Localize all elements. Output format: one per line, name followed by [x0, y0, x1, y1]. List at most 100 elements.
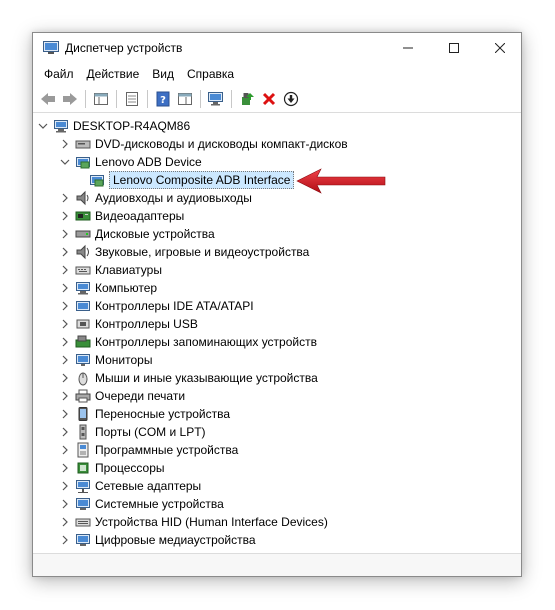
window-title: Диспетчер устройств: [65, 41, 183, 55]
chevron-right-icon[interactable]: [59, 462, 71, 474]
chevron-right-icon[interactable]: [59, 480, 71, 492]
menu-file[interactable]: Файл: [39, 64, 79, 84]
back-icon: [41, 92, 55, 105]
tree-item-label: Системные устройства: [95, 497, 224, 511]
tree-item-label: Дисковые устройства: [95, 227, 215, 241]
uninstall-icon: [262, 92, 276, 105]
usb-controller-icon: [75, 316, 91, 332]
tree-item[interactable]: DVD-дисководы и дисководы компакт-дисков: [59, 135, 348, 153]
minimize-button[interactable]: [385, 33, 431, 63]
chevron-right-icon[interactable]: [59, 264, 71, 276]
device-tree[interactable]: DESKTOP-R4AQM86 DVD-дисководы и дисководы…: [33, 115, 521, 554]
maximize-button[interactable]: [431, 33, 477, 63]
close-icon: [495, 43, 505, 53]
disable-device-button[interactable]: [280, 88, 302, 110]
tree-item[interactable]: Клавиатуры: [59, 261, 162, 279]
tree-item[interactable]: Программные устройства: [59, 441, 238, 459]
menu-help[interactable]: Справка: [182, 64, 239, 84]
properties-button[interactable]: [121, 88, 143, 110]
help-button[interactable]: ?: [152, 88, 174, 110]
svg-text:?: ?: [160, 95, 166, 106]
chevron-right-icon[interactable]: [59, 336, 71, 348]
chevron-down-icon[interactable]: [37, 120, 49, 132]
tree-item[interactable]: Видеоадаптеры: [59, 207, 184, 225]
dvd-icon: [75, 136, 91, 152]
tree-item-label: Компьютер: [95, 281, 158, 295]
chevron-right-icon[interactable]: [59, 498, 71, 510]
toolbar-separator: [200, 89, 201, 108]
title-bar[interactable]: Диспетчер устройств: [33, 33, 521, 63]
chevron-right-icon[interactable]: [59, 300, 71, 312]
tree-item-label: Сетевые адаптеры: [95, 479, 202, 493]
tree-item[interactable]: Контроллеры USB: [59, 315, 198, 333]
view-toggle-button[interactable]: [174, 88, 196, 110]
chevron-right-icon[interactable]: [59, 372, 71, 384]
chevron-right-icon[interactable]: [59, 210, 71, 222]
menu-action[interactable]: Действие: [82, 64, 145, 84]
tree-item[interactable]: Очереди печати: [59, 387, 185, 405]
chevron-right-icon[interactable]: [59, 246, 71, 258]
tree-item[interactable]: Контроллеры IDE ATA/ATAPI: [59, 297, 254, 315]
tree-item[interactable]: Мониторы: [59, 351, 152, 369]
tree-item-child[interactable]: Lenovo Composite ADB Interface: [73, 171, 295, 189]
tree-item-label: Видеоадаптеры: [95, 209, 185, 223]
chevron-right-icon[interactable]: [59, 516, 71, 528]
tree-item[interactable]: Lenovo ADB Device: [59, 153, 202, 171]
tree-item[interactable]: Дисковые устройства: [59, 225, 215, 243]
help-icon: ?: [156, 91, 170, 106]
back-button[interactable]: [37, 88, 59, 110]
menu-bar: Файл Действие Вид Справка: [33, 63, 521, 85]
chevron-right-icon[interactable]: [59, 282, 71, 294]
tree-item-label: Контроллеры запоминающих устройств: [95, 335, 317, 349]
chevron-right-icon[interactable]: [59, 192, 71, 204]
show-hide-console-button[interactable]: [90, 88, 112, 110]
port-icon: [75, 424, 91, 440]
tree-item[interactable]: Контроллеры запоминающих устройств: [59, 333, 317, 351]
chevron-right-icon[interactable]: [59, 534, 71, 546]
tree-item[interactable]: Аудиовходы и аудиовыходы: [59, 189, 252, 207]
chevron-right-icon[interactable]: [59, 390, 71, 402]
minimize-icon: [403, 47, 413, 49]
chevron-down-icon[interactable]: [59, 156, 71, 168]
portable-device-icon: [75, 406, 91, 422]
chevron-right-icon[interactable]: [59, 444, 71, 456]
tree-item[interactable]: Сетевые адаптеры: [59, 477, 201, 495]
storage-controller-icon: [75, 334, 91, 350]
tree-item-label: Аудиовходы и аудиовыходы: [95, 191, 252, 205]
chevron-right-icon[interactable]: [59, 408, 71, 420]
update-driver-button[interactable]: [236, 88, 258, 110]
tree-item[interactable]: Процессоры: [59, 459, 165, 477]
tree-item[interactable]: Порты (COM и LPT): [59, 423, 206, 441]
monitor-icon: [75, 352, 91, 368]
chevron-right-icon[interactable]: [59, 426, 71, 438]
uninstall-device-button[interactable]: [258, 88, 280, 110]
properties-icon: [126, 91, 138, 106]
tree-item[interactable]: Системные устройства: [59, 495, 224, 513]
menu-view[interactable]: Вид: [147, 64, 179, 84]
tree-root[interactable]: DESKTOP-R4AQM86: [37, 117, 190, 135]
adb-device-icon: [75, 154, 91, 170]
tree-item-label: Устройства HID (Human Interface Devices): [95, 515, 328, 529]
disk-drive-icon: [75, 226, 91, 242]
tree-item[interactable]: Мыши и иные указывающие устройства: [59, 369, 318, 387]
tree-item-label: Очереди печати: [95, 389, 186, 403]
hid-icon: [75, 514, 91, 530]
chevron-right-icon[interactable]: [59, 318, 71, 330]
tree-item[interactable]: Цифровые медиаустройства: [59, 531, 256, 549]
toolbar-separator: [231, 89, 232, 108]
network-adapter-icon: [75, 478, 91, 494]
tree-item-label: Мыши и иные указывающие устройства: [95, 371, 318, 385]
scan-hardware-button[interactable]: [205, 88, 227, 110]
forward-button[interactable]: [59, 88, 81, 110]
close-button[interactable]: [477, 33, 523, 63]
tree-item[interactable]: Компьютер: [59, 279, 157, 297]
chevron-right-icon[interactable]: [59, 138, 71, 150]
tree-item[interactable]: Переносные устройства: [59, 405, 230, 423]
chevron-right-icon[interactable]: [59, 228, 71, 240]
chevron-right-icon[interactable]: [59, 354, 71, 366]
tree-item[interactable]: Устройства HID (Human Interface Devices): [59, 513, 328, 531]
tree-item[interactable]: Звуковые, игровые и видеоустройства: [59, 243, 309, 261]
tree-item-label: Мониторы: [95, 353, 153, 367]
keyboard-icon: [75, 262, 91, 278]
